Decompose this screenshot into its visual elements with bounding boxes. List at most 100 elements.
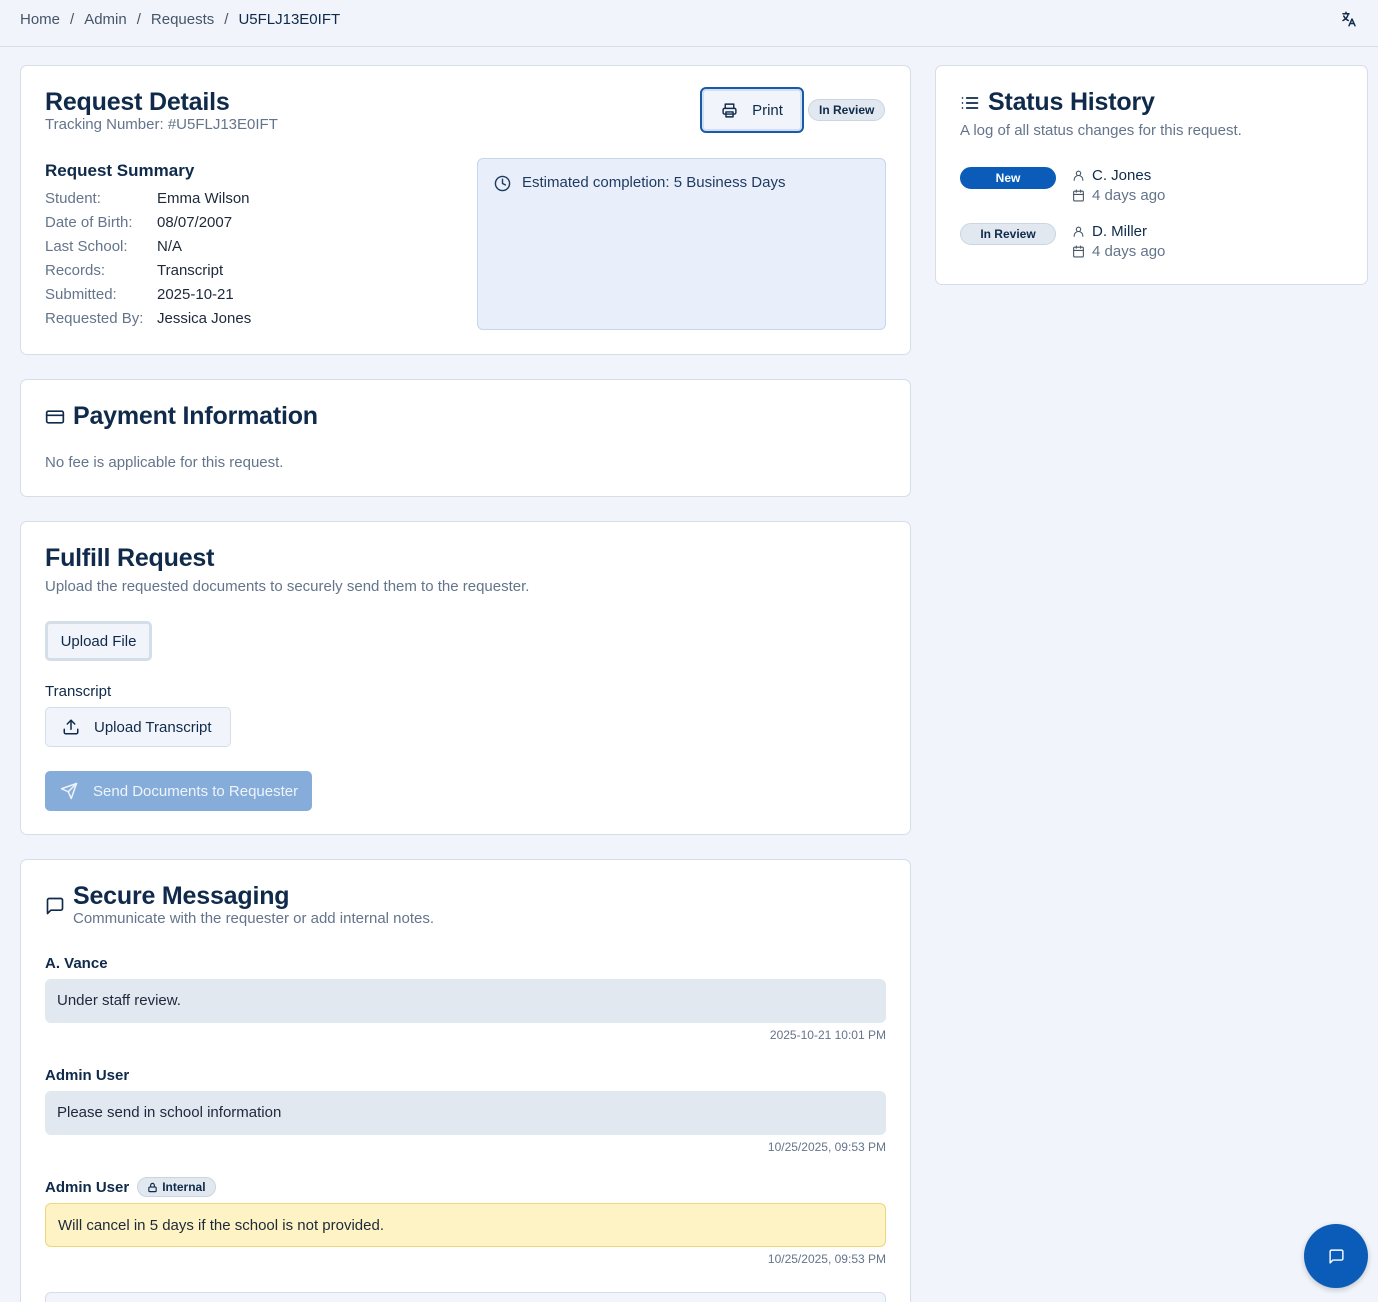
- summary-key: Student:: [45, 190, 101, 207]
- summary-key: Date of Birth:: [45, 214, 133, 231]
- status-badge: In Review: [808, 99, 886, 121]
- message-time: 10/25/2025, 09:53 PM: [767, 1140, 886, 1154]
- breadcrumb-current: U5FLJ13E0IFT: [238, 11, 341, 28]
- credit-card-icon: [45, 410, 65, 424]
- history-item: New C. Jones 4 days ago: [960, 165, 1340, 205]
- fulfill-title: Fulfill Request: [45, 544, 215, 572]
- tracking-number: Tracking Number: #U5FLJ13E0IFT: [45, 116, 278, 133]
- status-history-card: Status History A log of all status chang…: [935, 65, 1368, 285]
- breadcrumb-admin[interactable]: Admin: [84, 11, 127, 28]
- chat-fab-button[interactable]: [1304, 1224, 1368, 1288]
- fulfill-subtitle: Upload the requested documents to secure…: [45, 578, 530, 595]
- summary-row-student: Student: Emma Wilson: [45, 190, 251, 214]
- history-who: D. Miller: [1092, 222, 1147, 240]
- messaging-subtitle: Communicate with the requester or add in…: [73, 910, 435, 927]
- message-bubble: Under staff review.: [45, 979, 886, 1023]
- payment-card: Payment Information No fee is applicable…: [20, 379, 911, 497]
- history-when: 4 days ago: [1092, 186, 1166, 204]
- estimated-completion-text: Estimated completion: 5 Business Days: [522, 174, 786, 191]
- top-bar: Home / Admin / Requests / U5FLJ13E0IFT: [0, 0, 1378, 47]
- summary-value: Jessica Jones: [157, 310, 252, 327]
- message-time: 10/25/2025, 09:53 PM: [767, 1252, 886, 1266]
- translate-icon[interactable]: [1340, 10, 1358, 28]
- upload-transcript-label: Upload Transcript: [94, 718, 212, 736]
- transcript-label: Transcript: [45, 683, 112, 700]
- summary-value: 08/07/2007: [157, 214, 233, 231]
- payment-title: Payment Information: [73, 402, 318, 430]
- message-item: Admin User Please send in school informa…: [45, 1065, 886, 1154]
- message-bubble-internal: Will cancel in 5 days if the school is n…: [45, 1203, 886, 1247]
- history-status-badge: In Review: [960, 223, 1056, 245]
- history-when-line: 4 days ago: [1072, 241, 1165, 261]
- summary-row-requested-by: Requested By: Jessica Jones: [45, 310, 251, 334]
- summary-key: Requested By:: [45, 310, 144, 327]
- send-documents-label: Send Documents to Requester: [93, 782, 299, 800]
- status-history-title: Status History: [988, 88, 1155, 116]
- history-meta: C. Jones 4 days ago: [1072, 165, 1165, 205]
- message-author: Admin User: [45, 1065, 886, 1085]
- request-summary: Student: Emma Wilson Date of Birth: 08/0…: [45, 190, 251, 334]
- lock-icon: [148, 1182, 157, 1192]
- breadcrumb-separator: /: [224, 11, 229, 28]
- summary-key: Records:: [45, 262, 106, 279]
- messaging-card: Secure Messaging Communicate with the re…: [20, 859, 911, 1302]
- messaging-title: Secure Messaging: [73, 882, 290, 910]
- summary-key: Last School:: [45, 238, 128, 255]
- chat-icon: [1328, 1248, 1344, 1264]
- summary-row-submitted: Submitted: 2025-10-21: [45, 286, 251, 310]
- upload-file-button[interactable]: Upload File: [45, 621, 152, 661]
- send-icon: [60, 782, 78, 800]
- breadcrumb-home[interactable]: Home: [20, 11, 60, 28]
- history-when: 4 days ago: [1092, 242, 1166, 260]
- history-item: In Review D. Miller 4 days ago: [960, 221, 1340, 261]
- message-author: Admin User Internal: [45, 1177, 886, 1197]
- calendar-icon: [1073, 189, 1084, 201]
- history-status-badge: New: [960, 167, 1056, 189]
- message-author-name: Admin User: [45, 1066, 130, 1084]
- print-button[interactable]: Print: [700, 87, 804, 133]
- upload-icon: [63, 719, 79, 735]
- internal-label: Internal: [162, 1180, 206, 1194]
- message-input-area[interactable]: [45, 1292, 886, 1302]
- message-time: 2025-10-21 10:01 PM: [769, 1028, 886, 1042]
- breadcrumb-separator: /: [70, 11, 75, 28]
- breadcrumb-requests[interactable]: Requests: [151, 11, 214, 28]
- summary-value: Transcript: [157, 262, 224, 279]
- history-when-line: 4 days ago: [1072, 185, 1165, 205]
- summary-value: N/A: [157, 238, 183, 255]
- request-details-title: Request Details: [45, 88, 230, 116]
- request-summary-title: Request Summary: [45, 161, 195, 180]
- summary-row-last-school: Last School: N/A: [45, 238, 251, 262]
- user-icon: [1073, 170, 1084, 181]
- history-who-line: C. Jones: [1072, 165, 1165, 185]
- message-bubble: Please send in school information: [45, 1091, 886, 1135]
- fulfill-card: Fulfill Request Upload the requested doc…: [20, 521, 911, 835]
- payment-text: No fee is applicable for this request.: [45, 454, 284, 471]
- clock-icon: [494, 175, 511, 192]
- summary-key: Submitted:: [45, 286, 117, 303]
- message-author-name: Admin User: [45, 1178, 130, 1196]
- message-author: A. Vance: [45, 953, 886, 973]
- summary-value: Emma Wilson: [157, 190, 250, 207]
- printer-icon: [722, 102, 737, 118]
- message-author-name: A. Vance: [45, 954, 108, 972]
- breadcrumb: Home / Admin / Requests / U5FLJ13E0IFT: [20, 11, 340, 28]
- summary-value: 2025-10-21: [157, 286, 234, 303]
- message-square-icon: [46, 897, 64, 915]
- internal-badge: Internal: [137, 1177, 216, 1197]
- list-icon: [961, 97, 979, 109]
- history-who: C. Jones: [1092, 166, 1152, 184]
- status-history-subtitle: A log of all status changes for this req…: [960, 122, 1242, 139]
- message-item: A. Vance Under staff review. 2025-10-21 …: [45, 953, 886, 1042]
- upload-transcript-button[interactable]: Upload Transcript: [45, 707, 231, 747]
- calendar-icon: [1073, 245, 1084, 257]
- breadcrumb-separator: /: [136, 11, 141, 28]
- summary-row-records: Records: Transcript: [45, 262, 251, 286]
- estimated-completion-box: Estimated completion: 5 Business Days: [477, 158, 886, 330]
- history-who-line: D. Miller: [1072, 221, 1165, 241]
- message-item-internal: Admin User Internal Will cancel in 5 day…: [45, 1177, 886, 1266]
- print-label: Print: [752, 101, 783, 119]
- send-documents-button[interactable]: Send Documents to Requester: [45, 771, 312, 811]
- history-meta: D. Miller 4 days ago: [1072, 221, 1165, 261]
- user-icon: [1073, 226, 1084, 237]
